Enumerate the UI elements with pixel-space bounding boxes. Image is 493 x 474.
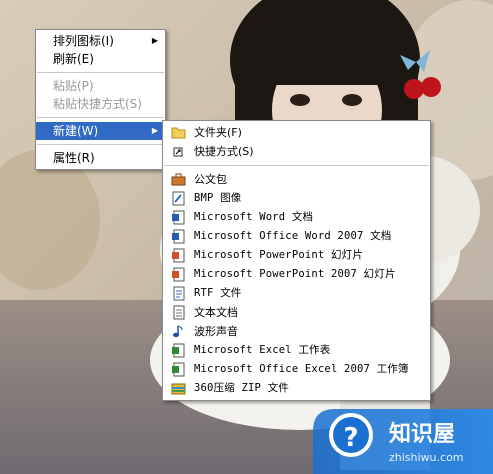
powerpoint-icon: [172, 267, 185, 282]
menu-item-label: RTF 文件: [194, 287, 242, 299]
menu-separator: [37, 72, 164, 73]
submenu-arrow-icon: ▶: [151, 36, 158, 45]
shortcut-icon: [173, 147, 183, 157]
menu-item-paste-shortcut: 粘贴快捷方式(S): [36, 95, 165, 113]
briefcase-icon: [171, 173, 186, 186]
menu-item-label: 公文包: [194, 173, 227, 186]
excel-icon: [172, 362, 185, 377]
svg-text:?: ?: [343, 423, 358, 453]
rtf-doc-icon: [173, 286, 185, 301]
sound-icon: [173, 325, 183, 338]
menu-item-label: 排列图标(I): [53, 34, 114, 48]
watermark-logo: ? 知识屋 zhishiwu.com: [313, 409, 493, 474]
new-rtf-item[interactable]: RTF 文件: [163, 284, 430, 303]
menu-separator: [164, 165, 429, 166]
word-doc-icon: [172, 229, 185, 244]
menu-item-label: 粘贴(P): [53, 79, 94, 93]
menu-item-paste: 粘贴(P): [36, 77, 165, 95]
menu-item-label: 属性(R): [53, 151, 95, 165]
new-submenu: 文件夹(F) 快捷方式(S) 公文包 BMP 图像 Microsoft Word…: [162, 120, 431, 401]
menu-item-label: 新建(W): [53, 124, 99, 138]
text-doc-icon: [173, 305, 185, 320]
new-briefcase-item[interactable]: 公文包: [163, 170, 430, 189]
new-bmp-item[interactable]: BMP 图像: [163, 189, 430, 208]
menu-item-label: 360压缩 ZIP 文件: [194, 382, 289, 394]
excel-icon: [172, 343, 185, 358]
menu-item-label: 刷新(E): [53, 52, 94, 66]
new-wave-sound-item[interactable]: 波形声音: [163, 322, 430, 341]
new-excel2007-item[interactable]: Microsoft Office Excel 2007 工作簿: [163, 360, 430, 379]
menu-item-label: Microsoft PowerPoint 2007 幻灯片: [194, 268, 396, 280]
menu-item-properties[interactable]: 属性(R): [36, 149, 165, 167]
menu-item-label: Microsoft Excel 工作表: [194, 344, 331, 356]
menu-item-new[interactable]: 新建(W) ▶: [36, 122, 165, 140]
new-excel-item[interactable]: Microsoft Excel 工作表: [163, 341, 430, 360]
new-powerpoint2007-item[interactable]: Microsoft PowerPoint 2007 幻灯片: [163, 265, 430, 284]
new-shortcut-item[interactable]: 快捷方式(S): [163, 142, 430, 161]
submenu-arrow-icon: ▶: [151, 126, 158, 135]
menu-item-arrange-icons[interactable]: 排列图标(I) ▶: [36, 32, 165, 50]
new-text-doc-item[interactable]: 文本文档: [163, 303, 430, 322]
new-powerpoint-item[interactable]: Microsoft PowerPoint 幻灯片: [163, 246, 430, 265]
menu-separator: [37, 144, 164, 145]
new-zip-item[interactable]: 360压缩 ZIP 文件: [163, 379, 430, 398]
menu-item-label: 文件夹(F): [194, 126, 242, 139]
menu-item-label: 文本文档: [194, 306, 238, 319]
new-folder-item[interactable]: 文件夹(F): [163, 123, 430, 142]
powerpoint-icon: [172, 248, 185, 263]
menu-item-label: 波形声音: [194, 325, 238, 338]
menu-separator: [37, 117, 164, 118]
menu-item-label: Microsoft PowerPoint 幻灯片: [194, 249, 364, 261]
watermark-url: zhishiwu.com: [389, 451, 464, 464]
bitmap-icon: [172, 191, 185, 206]
desktop-context-menu: 排列图标(I) ▶ 刷新(E) 粘贴(P) 粘贴快捷方式(S) 新建(W) ▶ …: [35, 29, 166, 170]
new-word-doc-item[interactable]: Microsoft Word 文档: [163, 208, 430, 227]
menu-item-refresh[interactable]: 刷新(E): [36, 50, 165, 68]
menu-item-label: Microsoft Word 文档: [194, 211, 314, 223]
menu-item-label: 粘贴快捷方式(S): [53, 97, 142, 111]
menu-item-label: Microsoft Office Word 2007 文档: [194, 230, 392, 242]
new-word2007-doc-item[interactable]: Microsoft Office Word 2007 文档: [163, 227, 430, 246]
menu-item-label: BMP 图像: [194, 192, 242, 204]
zip-icon: [171, 383, 186, 395]
word-doc-icon: [172, 210, 185, 225]
folder-icon: [171, 127, 186, 139]
menu-item-label: 快捷方式(S): [194, 145, 254, 158]
menu-item-label: Microsoft Office Excel 2007 工作簿: [194, 363, 409, 375]
watermark-title: 知识屋: [389, 421, 455, 447]
